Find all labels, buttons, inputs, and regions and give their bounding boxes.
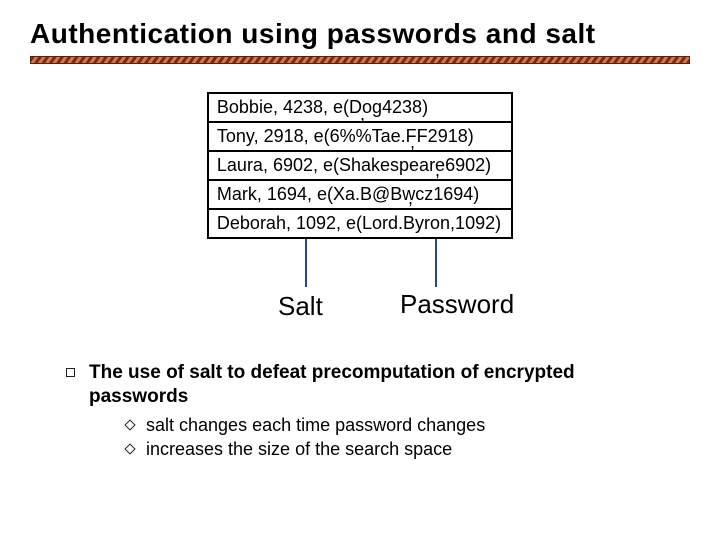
- table-row: Laura, 6902, e(Shakespeare6902): [208, 151, 512, 180]
- table-row: Mark, 1694, e(Xa.B@Bwcz1694): [208, 180, 512, 209]
- bullet-text: salt changes each time password changes: [146, 413, 485, 437]
- overlay-comma: ,: [408, 188, 413, 209]
- overlay-comma: ,: [410, 132, 415, 153]
- bullet-text: The use of salt to defeat precomputation…: [89, 361, 654, 409]
- table-cell: Tony, 2918, e(6%%Tae.FF2918): [208, 122, 512, 151]
- square-bullet-icon: [66, 368, 75, 377]
- pointer-line-salt: [305, 239, 307, 287]
- overlay-comma: ,: [435, 160, 440, 181]
- pointer-area: Salt Password: [30, 239, 690, 339]
- table-cell: Mark, 1694, e(Xa.B@Bwcz1694): [208, 180, 512, 209]
- label-password: Password: [400, 289, 514, 320]
- label-salt: Salt: [278, 291, 323, 322]
- title-underline: [30, 56, 690, 64]
- diamond-bullet-icon: [124, 443, 135, 454]
- bullet-level-1: The use of salt to defeat precomputation…: [66, 361, 654, 409]
- bullet-level-2: increases the size of the search space: [126, 437, 654, 461]
- bullet-list: The use of salt to defeat precomputation…: [66, 361, 654, 461]
- overlay-comma: ,: [360, 104, 365, 125]
- diamond-bullet-icon: [124, 419, 135, 430]
- table-row: Tony, 2918, e(6%%Tae.FF2918): [208, 122, 512, 151]
- pointer-line-password: [435, 239, 437, 287]
- table-cell: Deborah, 1092, e(Lord.Byron,1092): [208, 209, 512, 238]
- bullet-level-2: salt changes each time password changes: [126, 413, 654, 437]
- table-row: Deborah, 1092, e(Lord.Byron,1092): [208, 209, 512, 238]
- slide-title: Authentication using passwords and salt: [30, 18, 690, 50]
- bullet-text: increases the size of the search space: [146, 437, 452, 461]
- table-wrap: Bobbie, 4238, e(Dog4238) Tony, 2918, e(6…: [30, 92, 690, 239]
- table-cell: Laura, 6902, e(Shakespeare6902): [208, 151, 512, 180]
